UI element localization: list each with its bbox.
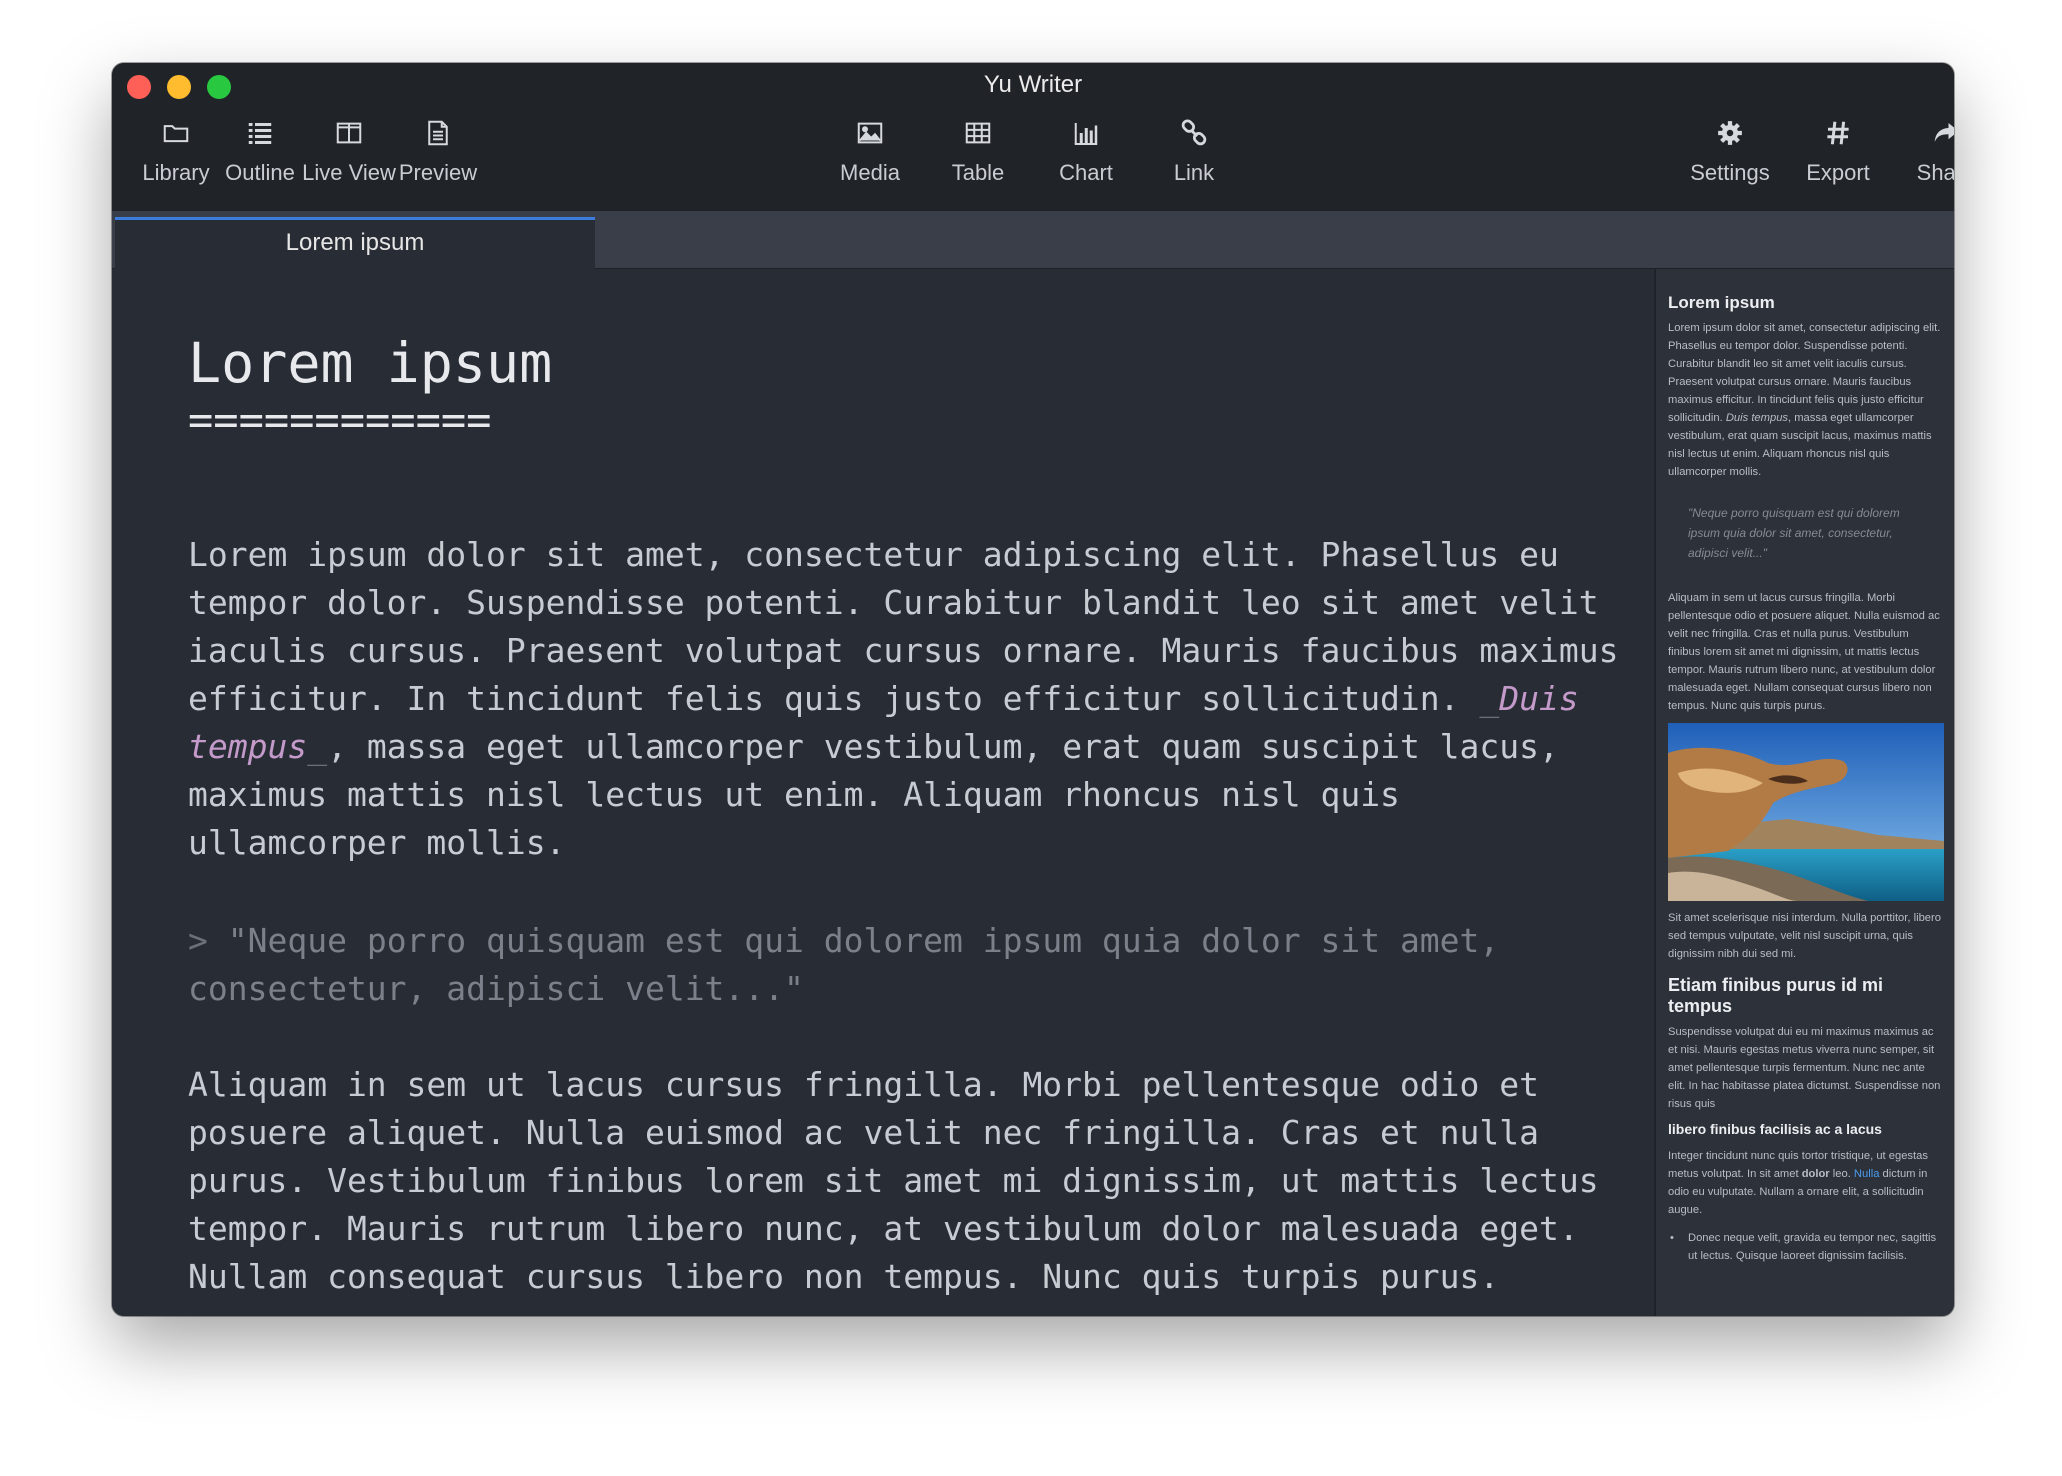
chart-label: Chart — [1059, 160, 1113, 185]
media-label: Media — [840, 160, 900, 185]
preview-paragraph-1: Lorem ipsum dolor sit amet, consectetur … — [1668, 319, 1942, 481]
share-button[interactable]: Share — [1891, 118, 1954, 186]
export-button[interactable]: Export — [1783, 118, 1893, 186]
editor-paragraph-1: Lorem ipsum dolor sit amet, consectetur … — [188, 531, 1628, 867]
preview-bold-text: dolor — [1801, 1168, 1830, 1180]
coastal-rock-photo — [1668, 723, 1944, 901]
window-title: Yu Writer — [983, 71, 1083, 98]
preview-link[interactable]: Nulla — [1854, 1168, 1880, 1180]
preview-list-item: Donec neque velit, gravida eu tempor nec… — [1670, 1229, 1942, 1265]
document-icon — [383, 118, 493, 160]
link-button[interactable]: Link — [1139, 118, 1249, 186]
export-label: Export — [1806, 160, 1870, 185]
preview-heading: Lorem ipsum — [1668, 293, 1775, 312]
chart-button[interactable]: Chart — [1031, 118, 1141, 186]
preview-emphasis: Duis tempus — [1725, 412, 1789, 424]
preview-paragraph-5-mid: leo. — [1829, 1168, 1854, 1180]
preview-paragraph-2: Aliquam in sem ut lacus cursus fringilla… — [1668, 592, 1940, 712]
preview-paragraph-5: Integer tincidunt nunc quis tortor trist… — [1668, 1147, 1942, 1219]
tab-bar: Lorem ipsum — [112, 211, 1954, 269]
emphasis-open-marker: _ — [1479, 679, 1500, 718]
preview-paragraph-1-text: Lorem ipsum dolor sit amet, consectetur … — [1668, 322, 1941, 424]
preview-subheading: Etiam finibus purus id mi tempus — [1668, 975, 1884, 1016]
quote-marker: > — [188, 921, 228, 960]
editor-blockquote: > "Neque porro quisquam est qui dolorem … — [188, 917, 1628, 1013]
gear-icon — [1675, 118, 1785, 160]
tab-lorem-ipsum[interactable]: Lorem ipsum — [115, 217, 595, 269]
preview-paragraph-3: Sit amet scelerisque nisi interdum. Null… — [1668, 912, 1941, 960]
preview-label: Preview — [398, 160, 478, 185]
preview-pane[interactable]: Lorem ipsum Lorem ipsum dolor sit amet, … — [1654, 269, 1954, 1316]
preview-minor-heading: libero finibus facilisis ac a lacus — [1668, 1121, 1882, 1137]
share-icon — [1891, 118, 1954, 160]
app-window: Yu Writer Library Outline Live View Prev… — [112, 63, 1954, 1316]
hash-icon — [1783, 118, 1893, 160]
editor-heading-underline: ============ — [188, 395, 492, 444]
image-icon — [815, 118, 925, 160]
bar-chart-icon — [1031, 118, 1141, 160]
link-icon — [1139, 118, 1249, 160]
toolbar: Yu Writer Library Outline Live View Prev… — [112, 63, 1954, 211]
editor-paragraph-2: Aliquam in sem ut lacus cursus fringilla… — [188, 1065, 1619, 1296]
editor-paragraph-1-text: Lorem ipsum dolor sit amet, consectetur … — [188, 535, 1639, 718]
link-label: Link — [1173, 160, 1215, 185]
editor-quote-text: "Neque porro quisquam est qui dolorem ip… — [188, 921, 1520, 1008]
preview-blockquote: "Neque porro quisquam est qui dolorem ip… — [1688, 506, 1900, 560]
editor-paragraph-1-tail: , massa eget ullamcorper vestibulum, era… — [188, 727, 1579, 862]
emphasis-close-marker: _ — [307, 727, 328, 766]
table-icon — [923, 118, 1033, 160]
share-label: Share — [1916, 160, 1954, 185]
preview-paragraph-4: Suspendisse volutpat dui eu mi maximus m… — [1668, 1026, 1941, 1110]
settings-label: Settings — [1690, 160, 1770, 185]
table-button[interactable]: Table — [923, 118, 1033, 186]
editor-heading: Lorem ipsum — [188, 331, 553, 395]
settings-button[interactable]: Settings — [1675, 118, 1785, 186]
preview-button[interactable]: Preview — [383, 118, 493, 186]
media-button[interactable]: Media — [815, 118, 925, 186]
table-label: Table — [951, 160, 1005, 185]
markdown-editor[interactable]: Lorem ipsum ============ Lorem ipsum dol… — [112, 269, 1654, 1316]
